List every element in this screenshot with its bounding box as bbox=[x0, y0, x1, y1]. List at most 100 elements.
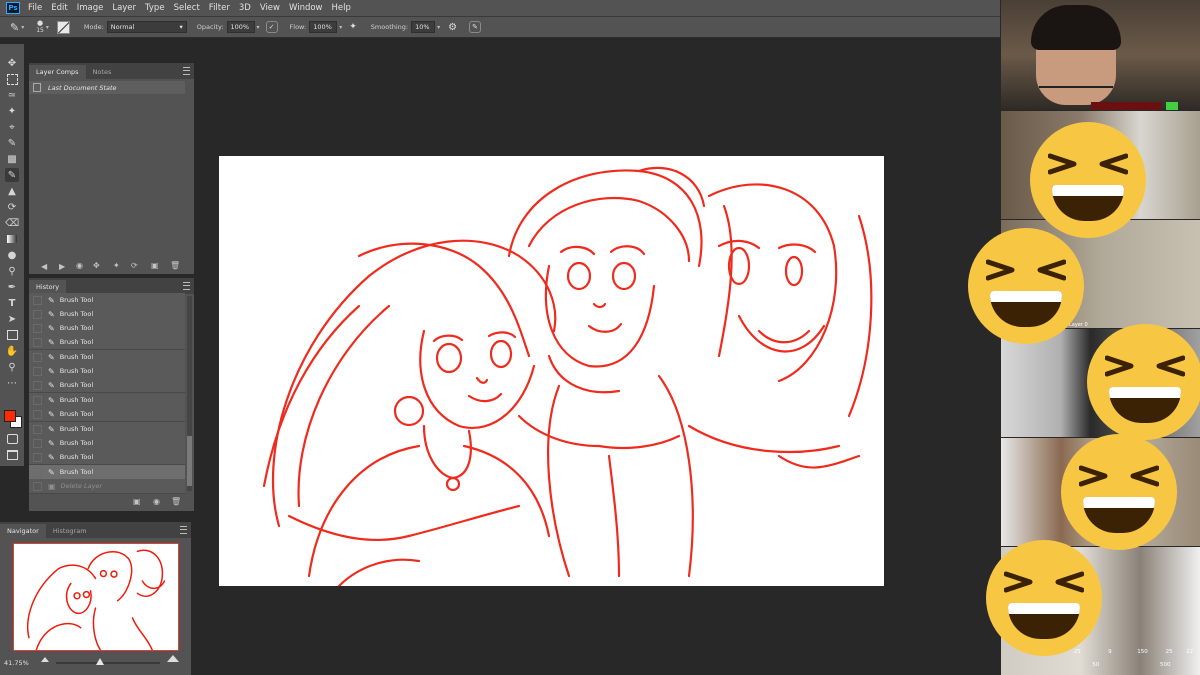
history-brush-tool-icon[interactable]: ⟳ bbox=[5, 200, 19, 214]
checkbox[interactable] bbox=[33, 366, 42, 376]
menu-3d[interactable]: 3D bbox=[239, 3, 251, 13]
checkbox[interactable] bbox=[33, 380, 42, 390]
zoom-in-icon[interactable] bbox=[167, 655, 179, 662]
document-canvas[interactable] bbox=[219, 156, 884, 586]
checkbox[interactable] bbox=[33, 395, 42, 405]
menu-filter[interactable]: Filter bbox=[209, 3, 230, 13]
history-item[interactable]: ✎ Brush Tool bbox=[29, 350, 185, 365]
history-item[interactable]: ✎ Brush Tool bbox=[29, 407, 185, 422]
tab-navigator[interactable]: Navigator bbox=[0, 524, 46, 538]
eyedropper-tool-icon[interactable]: ✎ bbox=[5, 136, 19, 150]
trash-icon[interactable]: 🗑 bbox=[171, 497, 181, 506]
navigator-thumbnail[interactable] bbox=[13, 543, 179, 651]
clone-stamp-tool-icon[interactable]: ▲ bbox=[5, 184, 19, 198]
participant-video-1[interactable] bbox=[1001, 0, 1200, 110]
healing-brush-tool-icon[interactable]: ▩ bbox=[5, 152, 19, 166]
history-item[interactable]: ✎ Brush Tool bbox=[29, 364, 185, 379]
history-item[interactable]: ✎ Brush Tool bbox=[29, 436, 185, 451]
mode-select[interactable]: Normal ▾ bbox=[106, 21, 187, 33]
apply-previous-icon[interactable]: ◀ bbox=[41, 262, 47, 271]
path-selection-tool-icon[interactable]: ➤ bbox=[5, 312, 19, 326]
crop-tool-icon[interactable]: ⌖ bbox=[5, 120, 19, 134]
zoom-value[interactable]: 41.75% bbox=[4, 659, 29, 667]
new-comp-icon[interactable]: ▣ bbox=[151, 261, 159, 270]
panel-menu-icon[interactable] bbox=[180, 526, 187, 534]
quick-select-tool-icon[interactable]: ✦ bbox=[5, 104, 19, 118]
zoom-tool-icon[interactable]: ⚲ bbox=[5, 360, 19, 374]
chevron-down-icon[interactable]: ▾ bbox=[21, 24, 24, 31]
pen-tool-icon[interactable]: ✒ bbox=[5, 280, 19, 294]
hand-tool-icon[interactable]: ✋ bbox=[5, 344, 19, 358]
brush-tool-icon[interactable]: ✎ bbox=[5, 168, 19, 182]
checkbox[interactable] bbox=[33, 452, 42, 462]
history-item[interactable]: ✎ Brush Tool bbox=[29, 422, 185, 437]
quick-mask-icon[interactable] bbox=[5, 432, 19, 446]
airbrush-icon[interactable]: ✦ bbox=[349, 22, 357, 32]
zoom-out-icon[interactable] bbox=[41, 657, 49, 662]
tab-history[interactable]: History bbox=[29, 280, 67, 294]
visibility-icon[interactable]: ◉ bbox=[76, 261, 83, 270]
checkbox[interactable] bbox=[33, 337, 42, 347]
marquee-tool-icon[interactable] bbox=[5, 72, 19, 86]
brush-tool-preset-icon[interactable]: ✎ bbox=[10, 21, 19, 34]
menu-layer[interactable]: Layer bbox=[112, 3, 136, 13]
history-item-undone[interactable]: ▣ Delete Layer bbox=[29, 479, 185, 494]
screen-mode-icon[interactable] bbox=[5, 448, 19, 462]
checkbox[interactable] bbox=[33, 352, 42, 362]
brush-settings-icon[interactable] bbox=[56, 20, 70, 34]
menu-file[interactable]: File bbox=[28, 3, 42, 13]
history-item[interactable]: ✎ Brush Tool bbox=[29, 450, 185, 465]
panel-menu-icon[interactable] bbox=[183, 67, 190, 75]
brush-size-picker[interactable]: ● 15 bbox=[36, 20, 44, 35]
tab-layer-comps[interactable]: Layer Comps bbox=[29, 65, 86, 79]
history-item[interactable]: ✎ Brush Tool bbox=[29, 321, 185, 336]
dodge-tool-icon[interactable]: ⚲ bbox=[5, 264, 19, 278]
menu-edit[interactable]: Edit bbox=[51, 3, 67, 13]
smoothing-field[interactable]: 10% bbox=[411, 21, 436, 33]
menu-help[interactable]: Help bbox=[332, 3, 351, 13]
update-icon[interactable]: ⟳ bbox=[131, 261, 138, 270]
type-tool-icon[interactable]: T bbox=[5, 296, 19, 310]
checkbox[interactable] bbox=[33, 467, 42, 477]
chevron-down-icon[interactable]: ▾ bbox=[46, 24, 49, 31]
menu-image[interactable]: Image bbox=[77, 3, 104, 13]
gear-icon[interactable]: ⚙ bbox=[448, 22, 457, 33]
history-item[interactable]: ✎ Brush Tool bbox=[29, 307, 185, 322]
blur-tool-icon[interactable]: ● bbox=[5, 248, 19, 262]
history-item[interactable]: ✎ Brush Tool bbox=[29, 293, 185, 308]
rectangle-tool-icon[interactable] bbox=[5, 328, 19, 342]
chevron-down-icon[interactable]: ▾ bbox=[339, 24, 342, 31]
checkbox[interactable] bbox=[33, 424, 42, 434]
tab-notes[interactable]: Notes bbox=[86, 65, 119, 79]
opacity-field[interactable]: 100% bbox=[226, 21, 255, 33]
scrollbar-thumb[interactable] bbox=[187, 436, 192, 486]
menu-select[interactable]: Select bbox=[174, 3, 200, 13]
foreground-color-swatch[interactable] bbox=[4, 410, 16, 422]
history-item[interactable]: ✎ Brush Tool bbox=[29, 335, 185, 350]
menu-window[interactable]: Window bbox=[289, 3, 323, 13]
trash-icon[interactable]: 🗑 bbox=[170, 261, 180, 270]
checkbox[interactable] bbox=[33, 438, 42, 448]
layer-comp-item[interactable]: Last Document State bbox=[29, 81, 185, 94]
tab-histogram[interactable]: Histogram bbox=[46, 524, 94, 538]
chevron-down-icon[interactable]: ▾ bbox=[257, 24, 260, 31]
checkbox[interactable] bbox=[33, 409, 42, 419]
eraser-tool-icon[interactable]: ⌫ bbox=[5, 216, 19, 230]
appearance-icon[interactable]: ✦ bbox=[113, 261, 120, 270]
history-item[interactable]: ✎ Brush Tool bbox=[29, 378, 185, 393]
position-icon[interactable]: ✥ bbox=[93, 261, 100, 270]
checkbox[interactable] bbox=[33, 481, 42, 491]
history-item-current[interactable]: ✎ Brush Tool bbox=[29, 465, 185, 480]
pressure-opacity-icon[interactable]: ✓ bbox=[265, 21, 278, 33]
zoom-slider[interactable] bbox=[56, 658, 160, 665]
move-tool-icon[interactable]: ✥ bbox=[5, 56, 19, 70]
new-document-from-state-icon[interactable]: ▣ bbox=[133, 497, 141, 506]
flow-field[interactable]: 100% bbox=[309, 21, 338, 33]
checkbox[interactable] bbox=[33, 309, 42, 319]
history-scrollbar[interactable] bbox=[187, 296, 192, 491]
checkbox[interactable] bbox=[33, 323, 42, 333]
menu-view[interactable]: View bbox=[260, 3, 280, 13]
history-item[interactable]: ✎ Brush Tool bbox=[29, 393, 185, 408]
gradient-tool-icon[interactable] bbox=[5, 232, 19, 246]
apply-next-icon[interactable]: ▶ bbox=[59, 262, 65, 271]
